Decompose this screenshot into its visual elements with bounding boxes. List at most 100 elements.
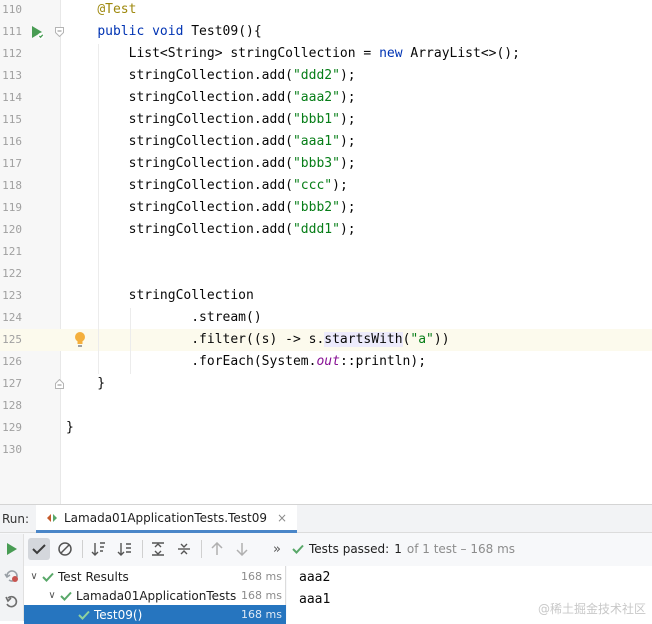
expand-all-button[interactable]	[147, 538, 169, 560]
line-number: 122	[2, 267, 22, 280]
line-number: 118	[2, 179, 22, 192]
line-number: 128	[2, 399, 22, 412]
code-token: stringCollection	[66, 288, 254, 303]
code-token: public void	[97, 24, 192, 39]
pass-check-icon	[292, 544, 304, 554]
run-test-gutter-icon[interactable]	[29, 24, 45, 40]
line-number: 126	[2, 355, 22, 368]
code-token: .forEach(System.	[66, 354, 317, 369]
show-passed-button[interactable]	[28, 538, 50, 560]
tree-row-label: Test Results	[58, 569, 129, 584]
tree-row[interactable]: ∨ Test Results 168 ms	[24, 567, 286, 586]
chevron-down-icon[interactable]: ∨	[28, 571, 40, 582]
code-token: Test09(){	[191, 24, 262, 39]
code-text: .filter((s) -> s.startsWith("a"))	[66, 329, 450, 351]
code-token: out	[316, 354, 340, 369]
line-number: 125	[2, 333, 22, 346]
status-count: 1	[394, 542, 402, 556]
code-text: stringCollection.add("ddd2");	[66, 65, 356, 87]
more-actions-button[interactable]: »	[266, 538, 288, 560]
run-tab-title: Lamada01ApplicationTests.Test09	[64, 510, 267, 525]
code-token: stringCollection.add(	[66, 112, 293, 127]
code-token: ))	[433, 332, 450, 347]
line-number: 130	[2, 443, 22, 456]
show-ignored-button[interactable]	[54, 538, 76, 560]
fold-collapse-icon[interactable]	[55, 27, 64, 37]
fold-expand-icon[interactable]	[55, 379, 64, 389]
line-number: 110	[2, 3, 22, 16]
code-token: );	[339, 134, 356, 149]
code-text: stringCollection.add("ccc");	[66, 175, 348, 197]
line-number: 113	[2, 69, 22, 82]
chevron-down-icon[interactable]: ∨	[46, 590, 58, 601]
run-label: Run:	[2, 512, 30, 526]
code-token: stringCollection.add(	[66, 156, 293, 171]
code-line[interactable]: 130	[0, 439, 652, 461]
toolbar-separator	[142, 540, 143, 558]
code-line[interactable]: 111 public void Test09(){	[0, 21, 652, 43]
close-icon[interactable]: ×	[277, 511, 287, 525]
code-line[interactable]: 127 }	[0, 373, 652, 395]
code-token: stringCollection.add(	[66, 68, 293, 83]
arrow-up-icon	[211, 542, 223, 555]
code-token: ArrayList<>();	[410, 46, 520, 61]
tree-row[interactable]: Test09() 168 ms	[24, 605, 286, 624]
run-config-tab[interactable]: Lamada01ApplicationTests.Test09 ×	[36, 505, 298, 533]
run-config-icon	[47, 513, 57, 522]
previous-failed-test-button[interactable]	[206, 538, 228, 560]
code-token: stringCollection.add(	[66, 90, 293, 105]
line-number: 116	[2, 135, 22, 148]
lightbulb-icon[interactable]	[74, 331, 86, 349]
collapse-all-button[interactable]	[173, 538, 195, 560]
sort-duration-icon	[117, 543, 131, 556]
tree-row-label: Lamada01ApplicationTests	[76, 588, 237, 603]
expand-all-icon	[152, 542, 164, 556]
code-text: stringCollection.add("bbb3");	[66, 153, 356, 175]
line-number: 119	[2, 201, 22, 214]
sort-alphabetically-button[interactable]	[88, 538, 110, 560]
tree-row-label: Test09()	[94, 607, 143, 622]
code-text: @Test	[66, 0, 136, 21]
line-number: 117	[2, 157, 22, 170]
code-token: .filter((s) -> s.	[66, 332, 325, 347]
rerun-button[interactable]	[2, 539, 22, 559]
code-token: "aaa1"	[292, 134, 340, 149]
arrow-down-icon	[236, 543, 248, 556]
indent-guide	[130, 308, 131, 374]
console-output[interactable]: aaa2 aaa1 @稀土掘金技术社区	[287, 566, 652, 621]
code-line[interactable]: 128	[0, 395, 652, 417]
sort-by-duration-button[interactable]	[114, 538, 136, 560]
play-icon	[7, 543, 17, 555]
code-token: );	[339, 90, 356, 105]
code-token: );	[332, 178, 348, 193]
collapse-all-icon	[178, 543, 190, 555]
status-passed-label: Tests passed:	[309, 542, 390, 556]
code-text: stringCollection.add("aaa2");	[66, 87, 356, 109]
code-line[interactable]: 110 @Test	[0, 0, 652, 21]
tree-row[interactable]: ∨ Lamada01ApplicationTests 168 ms	[24, 586, 286, 605]
code-token: );	[339, 156, 356, 171]
rerun-failed-button[interactable]	[2, 566, 22, 586]
line-number: 112	[2, 47, 22, 60]
code-token: stringCollection.add(	[66, 222, 293, 237]
code-text: List<String> stringCollection = new Arra…	[66, 43, 520, 65]
tree-row-duration: 168 ms	[241, 589, 282, 602]
run-header: Run: Lamada01ApplicationTests.Test09 ×	[0, 505, 652, 533]
test-results-tree: ∨ Test Results 168 ms ∨ Lamada01ApplicationT…	[24, 566, 286, 624]
code-line[interactable]: 129}	[0, 417, 652, 439]
toggle-auto-test-button[interactable]	[2, 592, 22, 612]
line-number: 111	[2, 25, 22, 38]
code-token: new	[379, 46, 411, 61]
pass-check-icon	[40, 570, 56, 584]
code-text: stringCollection.add("aaa1");	[66, 131, 356, 153]
code-token: "a"	[410, 332, 434, 347]
code-editor[interactable]: 110 @Test 111 public void Test09(){112 Li…	[0, 0, 652, 504]
checkmark-icon	[32, 544, 46, 555]
code-text: public void Test09(){	[66, 21, 262, 43]
console-line: aaa2	[299, 570, 331, 585]
code-token: "bbb2"	[292, 200, 340, 215]
next-failed-test-button[interactable]	[231, 538, 253, 560]
line-number: 124	[2, 311, 22, 324]
